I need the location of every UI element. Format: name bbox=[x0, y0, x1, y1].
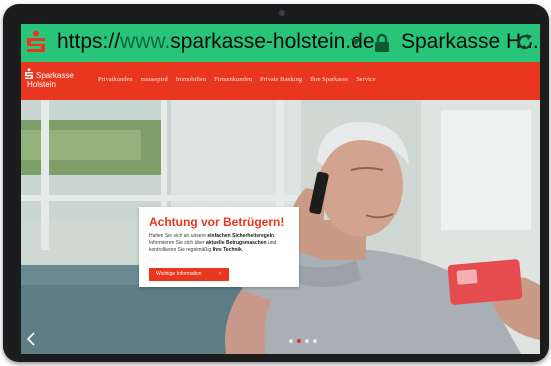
body-emphasis: einfachen Sicherheitsregeln bbox=[207, 233, 275, 239]
url-scheme: https:// bbox=[57, 30, 121, 53]
dialog-title: Achtung vor Betrügern! bbox=[149, 215, 285, 229]
screen: https://www.sparkasse-holstein.de Sparka… bbox=[21, 24, 540, 354]
important-info-button[interactable]: Wichtige Information › bbox=[149, 268, 229, 281]
body-emphasis: aktuelle Betrugsmaschen bbox=[205, 240, 267, 246]
body-text: Halten Sie sich an unsere bbox=[149, 233, 208, 239]
address-bar[interactable]: https://www.sparkasse-holstein.de Sparka… bbox=[21, 24, 540, 62]
dropdown-icon[interactable] bbox=[351, 39, 361, 45]
nav-item-service[interactable]: Service bbox=[356, 75, 376, 84]
nav-item-ihre-sparkasse[interactable]: Ihre Sparkasse bbox=[310, 75, 348, 84]
nav-item-privatkunden[interactable]: Privatkunden bbox=[98, 75, 133, 84]
hero-banner: Achtung vor Betrügern! Halten Sie sich a… bbox=[21, 100, 540, 354]
lock-icon[interactable] bbox=[373, 33, 391, 53]
brand-region: Holstein bbox=[27, 80, 56, 89]
main-nav: Privatkunden mausepird Immobilien Firmen… bbox=[98, 75, 376, 84]
fraud-warning-dialog: Achtung vor Betrügern! Halten Sie sich a… bbox=[139, 207, 299, 287]
nav-item-firmenkunden[interactable]: Firmenkunden bbox=[214, 75, 252, 84]
nav-item-private-banking[interactable]: Private Banking bbox=[260, 75, 302, 84]
sparkasse-logo-icon bbox=[27, 30, 45, 52]
carousel-dot-3[interactable] bbox=[305, 339, 309, 343]
url-text[interactable]: https://www.sparkasse-holstein.de bbox=[57, 29, 375, 55]
body-emphasis: Ihre Technik bbox=[212, 247, 242, 253]
carousel-dot-1[interactable] bbox=[289, 339, 293, 343]
carousel-dots bbox=[289, 339, 317, 343]
brand-name: Sparkasse bbox=[36, 71, 74, 80]
url-domain: sparkasse-holstein.de bbox=[170, 30, 375, 53]
button-label: Wichtige Information bbox=[156, 271, 202, 277]
brand-logo[interactable]: Sparkasse Holstein bbox=[24, 68, 94, 96]
body-text: . bbox=[241, 247, 244, 253]
carousel-dot-2[interactable] bbox=[297, 339, 301, 343]
reload-icon[interactable] bbox=[515, 32, 535, 52]
tablet-frame: https://www.sparkasse-holstein.de Sparka… bbox=[3, 4, 549, 362]
url-subdomain: www. bbox=[120, 30, 171, 53]
nav-item-2[interactable]: mausepird bbox=[141, 75, 168, 84]
carousel-dot-4[interactable] bbox=[313, 339, 317, 343]
nav-item-immobilien[interactable]: Immobilien bbox=[176, 75, 206, 84]
site-header: Sparkasse Holstein Privatkunden mausepir… bbox=[21, 62, 540, 100]
dialog-body: Halten Sie sich an unsere einfachen Sich… bbox=[149, 233, 297, 254]
chevron-left-icon[interactable] bbox=[26, 332, 36, 346]
camera-icon bbox=[279, 10, 285, 16]
chevron-right-icon: › bbox=[219, 271, 221, 277]
